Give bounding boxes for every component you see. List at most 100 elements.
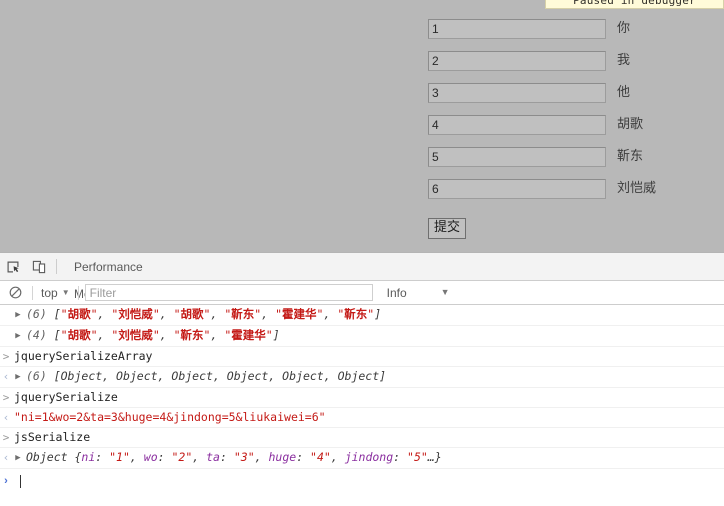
form-input-5[interactable] bbox=[428, 146, 606, 167]
page-viewport: Paused in debugger 你我他胡歌靳东刘恺威 提交 bbox=[0, 0, 724, 252]
object-key: ni bbox=[81, 450, 96, 464]
serialize-form: 你我他胡歌靳东刘恺威 提交 bbox=[428, 18, 656, 239]
comma: , bbox=[159, 307, 174, 321]
expand-triangle-icon[interactable]: ▶ bbox=[12, 306, 24, 324]
result-marker-icon: ‹ bbox=[2, 370, 10, 383]
form-label-1: 你 bbox=[617, 20, 631, 36]
chevron-down-icon: ▼ bbox=[440, 287, 450, 297]
console-log-text: (6) [Object, Object, Object, Object, Obj… bbox=[24, 368, 386, 385]
console-log-row: > jquerySerializeArray bbox=[0, 347, 724, 367]
comma: , bbox=[210, 328, 225, 342]
form-label-6: 刘恺威 bbox=[617, 180, 657, 196]
form-row: 刘恺威 bbox=[428, 178, 656, 199]
object-key: wo bbox=[143, 450, 158, 464]
colon: : bbox=[95, 450, 110, 464]
object-value: "4" bbox=[310, 450, 331, 464]
quote: " bbox=[275, 307, 283, 321]
array-item: 靳东 bbox=[344, 307, 368, 321]
brace-close: } bbox=[434, 450, 442, 464]
form-input-2[interactable] bbox=[428, 50, 606, 71]
console-log-row: > jsSerialize bbox=[0, 428, 724, 448]
clear-console-icon[interactable] bbox=[4, 282, 26, 304]
array-length: (4) bbox=[26, 328, 54, 342]
console-log-row: ‹ ▶ (6) [Object, Object, Object, Object, O… bbox=[0, 367, 724, 388]
object-label: Object bbox=[26, 450, 75, 464]
object-value: "1" bbox=[109, 450, 130, 464]
console-level-selector[interactable]: Info ▼ bbox=[387, 286, 450, 300]
result-marker-icon: ‹ bbox=[2, 411, 10, 424]
form-label-4: 胡歌 bbox=[617, 116, 644, 132]
array-item: 霍建华 bbox=[282, 307, 317, 321]
prompt-caret-icon: › bbox=[4, 474, 8, 487]
command-marker-icon: > bbox=[2, 391, 10, 404]
submit-button[interactable]: 提交 bbox=[428, 218, 467, 239]
array-item: 胡歌 bbox=[180, 307, 204, 321]
console-log-row: ▶ (4) ["胡歌", "刘恺威", "靳东", "霍建华"] bbox=[0, 326, 724, 347]
form-input-6[interactable] bbox=[428, 178, 606, 199]
inspect-element-icon[interactable] bbox=[0, 254, 26, 280]
form-row: 你 bbox=[428, 18, 656, 39]
quote: " bbox=[60, 307, 68, 321]
object-value: "3" bbox=[233, 450, 255, 464]
command-marker-icon: > bbox=[2, 431, 10, 444]
array-item: 霍建华 bbox=[231, 328, 266, 342]
form-input-1[interactable] bbox=[428, 18, 606, 39]
comma: , bbox=[261, 307, 276, 321]
comma: , bbox=[330, 450, 345, 464]
array-item: 刘恺威 bbox=[118, 307, 153, 321]
quote: " bbox=[90, 307, 98, 321]
array-item: 刘恺威 bbox=[118, 328, 153, 342]
execution-context-selector[interactable]: top ▼ bbox=[39, 286, 72, 300]
form-label-5: 靳东 bbox=[617, 148, 644, 164]
console-log-text: jquerySerialize bbox=[14, 390, 118, 404]
devtools-panel: ElementsConsoleSourcesNetworkPerformance… bbox=[0, 252, 724, 506]
array-length: (6) bbox=[26, 307, 54, 321]
console-toolbar-divider-1 bbox=[32, 285, 33, 300]
expand-triangle-icon[interactable]: ▶ bbox=[12, 368, 24, 386]
form-row: 胡歌 bbox=[428, 114, 656, 135]
console-log: ▶ (6) ["胡歌", "刘恺威", "胡歌", "靳东", "霍建华", "靳… bbox=[0, 305, 724, 469]
tab-performance[interactable]: Performance bbox=[63, 253, 154, 280]
console-log-text: "ni=1&wo=2&ta=3&huge=4&jindong=5&liukaiw… bbox=[12, 409, 326, 426]
object-value: "2" bbox=[171, 450, 193, 464]
ellipsis: … bbox=[427, 450, 435, 464]
object-key: ta bbox=[206, 450, 220, 464]
quote: " bbox=[90, 328, 98, 342]
console-prompt[interactable]: › bbox=[0, 469, 724, 491]
console-log-row: > jquerySerialize bbox=[0, 388, 724, 408]
form-label-2: 我 bbox=[617, 52, 631, 68]
console-log-text: Object {ni: "1", wo: "2", ta: "3", huge:… bbox=[24, 449, 442, 466]
bracket-open: [ bbox=[53, 307, 61, 321]
comma: , bbox=[323, 307, 338, 321]
colon: : bbox=[296, 450, 311, 464]
quote: " bbox=[173, 328, 181, 342]
expand-triangle-icon[interactable]: ▶ bbox=[12, 327, 24, 345]
form-input-3[interactable] bbox=[428, 82, 606, 103]
serialized-string: "ni=1&wo=2&ta=3&huge=4&jindong=5&liukaiw… bbox=[14, 410, 326, 424]
comma: , bbox=[159, 328, 174, 342]
devtools-tab-bar: ElementsConsoleSourcesNetworkPerformance… bbox=[0, 253, 724, 382]
quote: " bbox=[152, 328, 160, 342]
execution-context-label: top bbox=[41, 285, 58, 300]
array-item: 胡歌 bbox=[67, 307, 91, 321]
array-item: 靳东 bbox=[231, 307, 255, 321]
quote: " bbox=[265, 328, 273, 342]
colon: : bbox=[393, 450, 408, 464]
object-key: jindong bbox=[344, 450, 394, 464]
bracket-close: ] bbox=[374, 307, 382, 321]
console-log-row: ▶ (6) ["胡歌", "刘恺威", "胡歌", "靳东", "霍建华", "靳… bbox=[0, 305, 724, 326]
quote: " bbox=[152, 307, 160, 321]
comma: , bbox=[192, 450, 207, 464]
object-value: "5" bbox=[407, 450, 428, 464]
console-filter-input[interactable] bbox=[84, 284, 373, 301]
form-rows: 你我他胡歌靳东刘恺威 bbox=[428, 18, 656, 199]
form-row: 我 bbox=[428, 50, 656, 71]
form-input-4[interactable] bbox=[428, 114, 606, 135]
console-log-text: jsSerialize bbox=[14, 430, 91, 444]
device-toolbar-icon[interactable] bbox=[26, 254, 52, 280]
bracket-close: ] bbox=[272, 328, 280, 342]
console-log-text: jquerySerializeArray bbox=[14, 349, 153, 363]
comma: , bbox=[97, 328, 112, 342]
quote: " bbox=[173, 307, 181, 321]
expand-triangle-icon[interactable]: ▶ bbox=[12, 449, 24, 467]
